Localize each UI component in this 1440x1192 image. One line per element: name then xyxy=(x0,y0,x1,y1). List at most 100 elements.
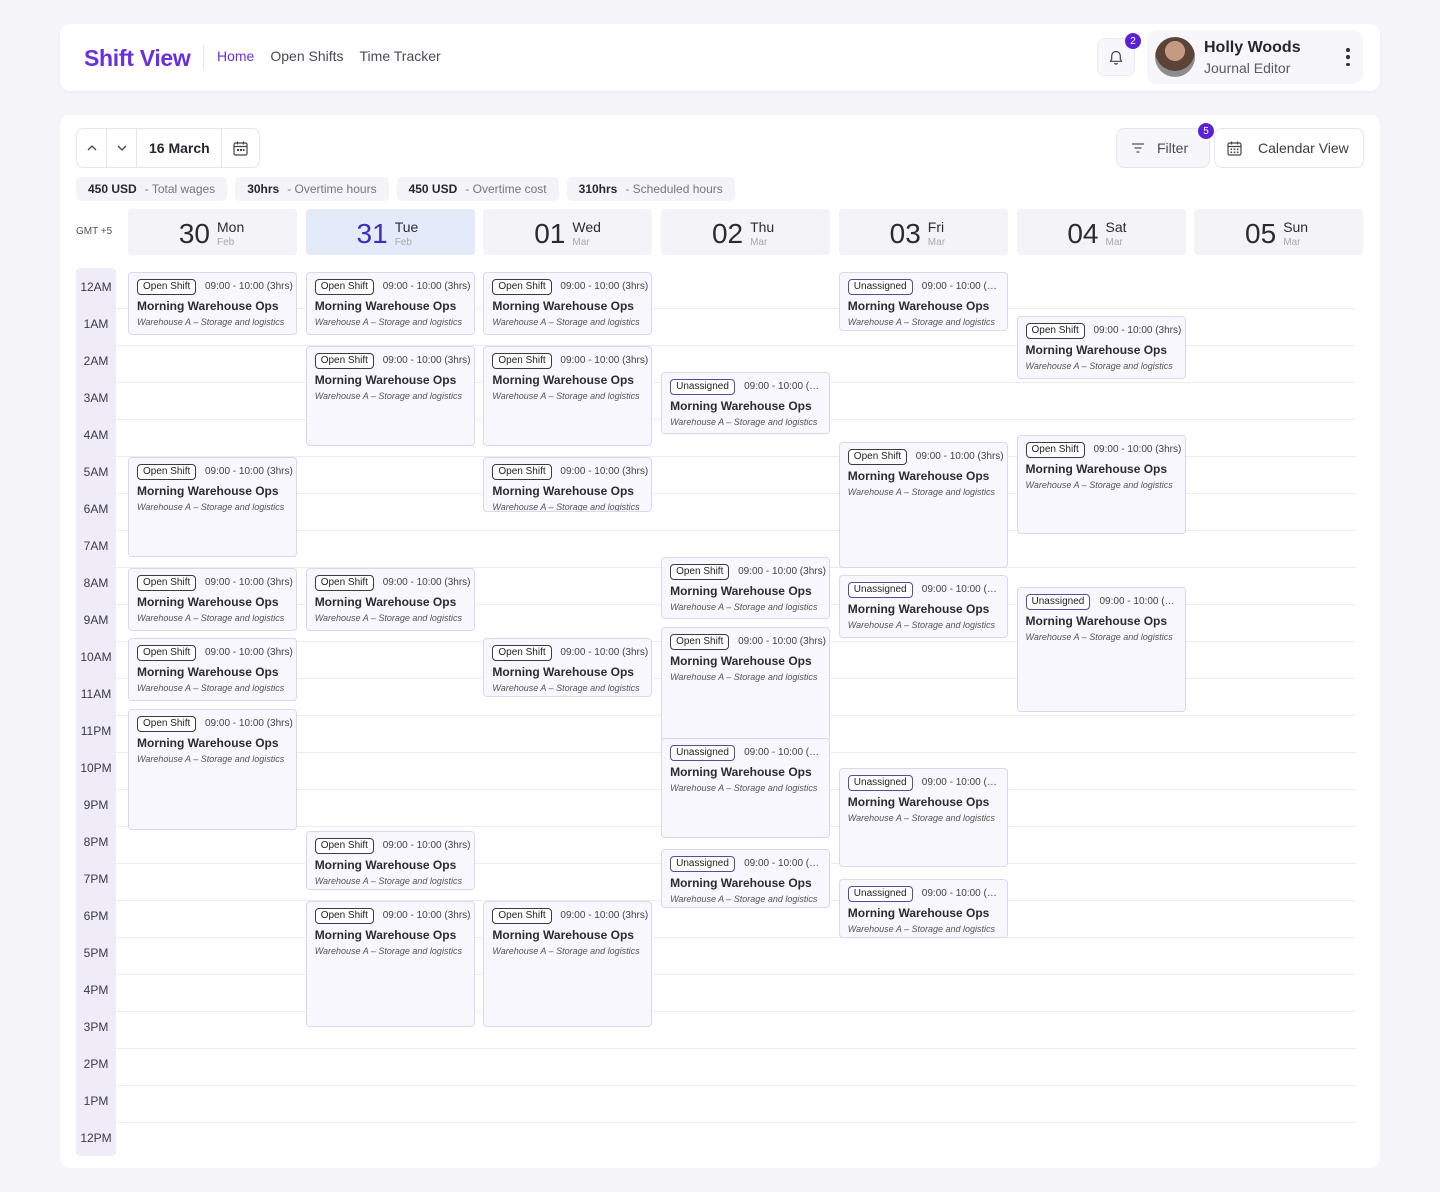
logo-divider xyxy=(203,46,204,70)
shift-card[interactable]: Unassigned 09:00 - 10:00 (3hrs) Morning Wa… xyxy=(838,272,1008,331)
shift-location: Warehouse A – Storage and logistics xyxy=(137,613,285,623)
hour-label: 2AM xyxy=(83,354,109,368)
day-header-sat[interactable]: 04 Sat Mar xyxy=(1016,209,1186,255)
day-number: 05 xyxy=(1245,218,1277,249)
user-profile[interactable]: Holly Woods Journal Editor xyxy=(1147,30,1363,84)
hour-gridline xyxy=(116,1011,1356,1012)
next-button[interactable] xyxy=(107,129,137,167)
shift-status-badge: Open Shift xyxy=(137,575,197,591)
schedule-panel: 16 March Filter 5 Calendar View 450 USD -… xyxy=(60,115,1380,1168)
shift-title: Morning Warehouse Ops xyxy=(670,654,812,669)
shift-card[interactable]: Open Shift 09:00 - 10:00 (3hrs) Morning Wa… xyxy=(128,638,297,701)
shift-card[interactable]: Open Shift 09:00 - 10:00 (3hrs) Morning Wa… xyxy=(1016,316,1186,379)
hour-label: 4AM xyxy=(83,428,109,442)
date-navigator: 16 March xyxy=(76,128,260,168)
shift-card[interactable]: Open Shift 09:00 - 10:00 (3hrs) Morning Wa… xyxy=(305,830,475,890)
app-logo[interactable]: Shift View xyxy=(84,45,191,72)
nav-time-tracker[interactable]: Time Tracker xyxy=(360,48,441,64)
day-number: 03 xyxy=(889,218,921,249)
hour-label: 8PM xyxy=(83,835,109,849)
shift-location: Warehouse A – Storage and logistics xyxy=(1025,361,1173,372)
shift-time: 09:00 - 10:00 (3hrs) xyxy=(1099,595,1180,607)
shift-location: Warehouse A – Storage and logistics xyxy=(670,601,818,612)
shift-card[interactable]: Unassigned 09:00 - 10:00 (3hrs) Morning Wa… xyxy=(661,849,831,909)
shift-card[interactable]: Open Shift 09:00 - 10:00 (3hrs) Morning Wa… xyxy=(305,568,475,631)
stat-scheduled-hours: 310hrs - Scheduled hours xyxy=(566,177,735,201)
shift-title: Morning Warehouse Ops xyxy=(492,928,634,942)
shift-card[interactable]: Open Shift 09:00 - 10:00 (3hrs) Morning Wa… xyxy=(661,556,831,620)
shift-card[interactable]: Unassigned 09:00 - 10:00 (3hrs) Morning Wa… xyxy=(838,767,1008,868)
shift-location: Warehouse A – Storage and logistics xyxy=(137,502,285,512)
shift-status-badge: Unassigned xyxy=(847,774,913,791)
shift-card[interactable]: Unassigned 09:00 - 10:00 (3hrs) Morning Wa… xyxy=(1016,586,1186,712)
shift-time: 09:00 - 10:00 (3hrs) xyxy=(738,636,826,648)
day-header-fri[interactable]: 03 Fri Mar xyxy=(838,209,1008,255)
shift-card[interactable]: Open Shift 09:00 - 10:00 (3hrs) Morning Wa… xyxy=(128,272,297,335)
shift-status-badge: Open Shift xyxy=(137,645,197,662)
shift-card[interactable]: Open Shift 09:00 - 10:00 (3hrs) Morning Wa… xyxy=(838,442,1008,568)
shift-title: Morning Warehouse Ops xyxy=(314,299,457,313)
day-header-sun[interactable]: 05 Sun Mar xyxy=(1194,209,1364,255)
day-number: 30 xyxy=(178,218,210,249)
shift-card[interactable]: Open Shift 09:00 - 10:00 (3hrs) Morning Wa… xyxy=(483,638,653,698)
day-header-wed[interactable]: 01 Wed Mar xyxy=(483,209,653,255)
shift-status-badge: Open Shift xyxy=(847,449,908,466)
shift-status-badge: Open Shift xyxy=(314,279,374,295)
hour-label: 3AM xyxy=(83,391,109,405)
nav-home[interactable]: Home xyxy=(217,48,254,64)
shift-time: 09:00 - 10:00 (3hrs) xyxy=(560,281,649,292)
day-header-thu[interactable]: 02 Thu Mar xyxy=(661,209,831,255)
shift-card[interactable]: Open Shift 09:00 - 10:00 (3hrs) Morning Wa… xyxy=(483,901,653,1027)
previous-button[interactable] xyxy=(77,129,107,167)
more-options-icon[interactable] xyxy=(1345,48,1351,66)
shift-card[interactable]: Open Shift 09:00 - 10:00 (3hrs) Morning Wa… xyxy=(483,272,653,335)
shift-title: Morning Warehouse Ops xyxy=(492,299,634,313)
shift-card[interactable]: Open Shift 09:00 - 10:00 (3hrs) Morning Wa… xyxy=(661,627,831,742)
shift-card[interactable]: Open Shift 09:00 - 10:00 (3hrs) Morning Wa… xyxy=(483,346,653,446)
shift-title: Morning Warehouse Ops xyxy=(492,484,634,498)
shift-status-badge: Open Shift xyxy=(492,645,552,662)
shift-card[interactable]: Unassigned 09:00 - 10:00 (3hrs) Morning Wa… xyxy=(661,371,831,435)
shift-card[interactable]: Unassigned 09:00 - 10:00 (3hrs) Morning Wa… xyxy=(838,575,1008,638)
summary-stats: 450 USD - Total wages 30hrs - Overtime hou… xyxy=(76,177,735,201)
shift-status-badge: Open Shift xyxy=(670,634,730,651)
hour-gridline xyxy=(116,1122,1356,1123)
shift-card[interactable]: Open Shift 09:00 - 10:00 (3hrs) Morning Wa… xyxy=(128,457,297,557)
user-role: Journal Editor xyxy=(1204,60,1291,76)
shift-card[interactable]: Open Shift 09:00 - 10:00 (3hrs) Morning Wa… xyxy=(305,272,475,335)
filter-label: Filter xyxy=(1157,140,1189,156)
day-header-mon[interactable]: 30 Mon Feb xyxy=(128,209,297,255)
shift-time: 09:00 - 10:00 (3hrs) xyxy=(560,647,649,659)
shift-location: Warehouse A – Storage and logistics xyxy=(670,672,818,683)
calendar-view-button[interactable]: Calendar View xyxy=(1214,128,1364,168)
shift-location: Warehouse A – Storage and logistics xyxy=(847,487,996,498)
shift-location: Warehouse A – Storage and logistics xyxy=(670,416,818,427)
nav-open-shifts[interactable]: Open Shifts xyxy=(270,48,343,64)
shift-time: 09:00 - 10:00 (3hrs) xyxy=(1093,325,1182,337)
day-month: Mar xyxy=(750,237,768,248)
hour-gridline xyxy=(116,1085,1356,1086)
shift-location: Warehouse A – Storage and logistics xyxy=(492,317,640,327)
shift-card[interactable]: Unassigned 09:00 - 10:00 (3hrs) Morning Wa… xyxy=(661,738,831,838)
shift-location: Warehouse A – Storage and logistics xyxy=(492,946,640,956)
shift-card[interactable]: Open Shift 09:00 - 10:00 (3hrs) Morning Wa… xyxy=(128,708,297,831)
day-header-tue[interactable]: 31 Tue Feb xyxy=(305,209,475,255)
shift-status-badge: Unassigned xyxy=(670,856,735,873)
shift-time: 09:00 - 10:00 (3hrs) xyxy=(921,281,1002,292)
shift-status-badge: Open Shift xyxy=(314,837,374,854)
shift-card[interactable]: Unassigned 09:00 - 10:00 (3hrs) Morning Wa… xyxy=(838,878,1008,938)
date-picker-button[interactable] xyxy=(221,129,259,167)
shift-card[interactable]: Open Shift 09:00 - 10:00 (3hrs) Morning Wa… xyxy=(128,568,297,631)
day-month: Mar xyxy=(1105,237,1123,248)
shift-card[interactable]: Open Shift 09:00 - 10:00 (3hrs) Morning Wa… xyxy=(305,901,475,1027)
filter-button[interactable]: Filter xyxy=(1116,128,1210,168)
shift-location: Warehouse A – Storage and logistics xyxy=(670,783,818,794)
shift-card[interactable]: Open Shift 09:00 - 10:00 (3hrs) Morning Wa… xyxy=(483,457,653,513)
day-name: Tue xyxy=(394,219,419,235)
shift-title: Morning Warehouse Ops xyxy=(137,299,279,313)
shift-status-badge: Open Shift xyxy=(1025,441,1085,458)
hour-label: 10AM xyxy=(80,650,112,664)
shift-card[interactable]: Open Shift 09:00 - 10:00 (3hrs) Morning Wa… xyxy=(1016,434,1186,535)
day-number: 02 xyxy=(711,218,744,249)
shift-card[interactable]: Open Shift 09:00 - 10:00 (3hrs) Morning Wa… xyxy=(305,346,475,446)
